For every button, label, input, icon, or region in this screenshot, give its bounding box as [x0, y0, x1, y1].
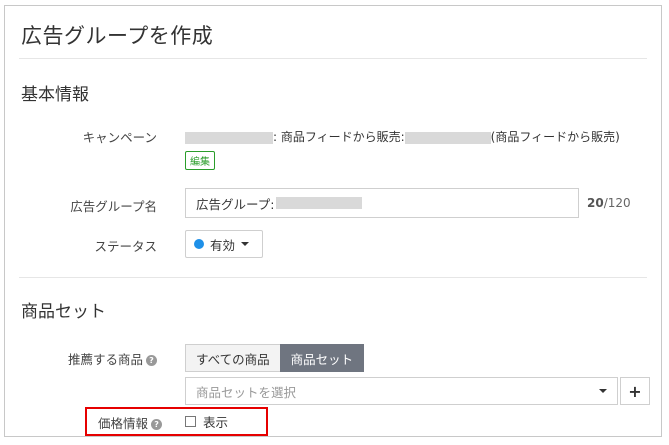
edit-campaign-button[interactable]: 編集: [185, 151, 215, 170]
char-count-current: 20: [587, 196, 604, 210]
price-info-label: 価格情報?: [98, 413, 163, 432]
ad-group-name-prefix: 広告グループ:: [196, 196, 275, 212]
char-count-max: /120: [603, 196, 631, 210]
ad-group-name-input[interactable]: 広告グループ:: [185, 188, 579, 218]
recommended-products-label: 推薦する商品?: [7, 349, 157, 368]
campaign-text-1: : 商品フィードから販売:: [273, 130, 405, 144]
section-title-product-set: 商品セット: [21, 302, 106, 322]
campaign-value: : 商品フィードから販売: (商品フィードから販売): [185, 128, 620, 145]
all-products-option[interactable]: すべての商品: [185, 344, 280, 372]
divider: [19, 58, 647, 59]
add-product-set-button[interactable]: +: [620, 377, 650, 405]
help-icon[interactable]: ?: [151, 419, 163, 430]
redacted-campaign-name: [185, 131, 273, 144]
campaign-text-2: (商品フィードから販売): [490, 130, 620, 144]
page-title: 広告グループを作成: [21, 24, 214, 48]
price-info-text: 価格情報: [98, 416, 149, 431]
product-set-option[interactable]: 商品セット: [279, 344, 365, 372]
recommended-products-text: 推薦する商品: [67, 352, 143, 367]
product-set-placeholder: 商品セットを選択: [196, 384, 297, 400]
status-value: 有効: [210, 237, 236, 253]
character-count: 20/120: [587, 196, 631, 210]
redacted-feed-name: [404, 131, 491, 144]
checkbox-icon[interactable]: [185, 416, 196, 427]
campaign-label: キャンペーン: [82, 130, 157, 145]
help-icon[interactable]: ?: [146, 355, 157, 366]
status-dot-icon: [194, 239, 204, 249]
redacted-ad-group-name: [276, 197, 363, 209]
status-label: ステータス: [94, 239, 157, 254]
create-ad-group-panel: 広告グループを作成 基本情報 キャンペーン : 商品フィードから販売: (商品フィ…: [4, 5, 662, 437]
recommended-products-toggle: すべての商品 商品セット: [185, 344, 365, 372]
caret-down-icon: [599, 389, 607, 393]
caret-down-icon: [241, 242, 250, 246]
price-info-show-checkbox[interactable]: 表示: [185, 412, 228, 431]
status-dropdown[interactable]: 有効: [185, 230, 263, 258]
ad-group-name-label: 広告グループ名: [70, 199, 157, 214]
divider: [19, 277, 647, 278]
show-label: 表示: [203, 415, 229, 430]
product-set-select[interactable]: 商品セットを選択: [185, 377, 618, 405]
section-title-basic-info: 基本情報: [21, 85, 89, 105]
